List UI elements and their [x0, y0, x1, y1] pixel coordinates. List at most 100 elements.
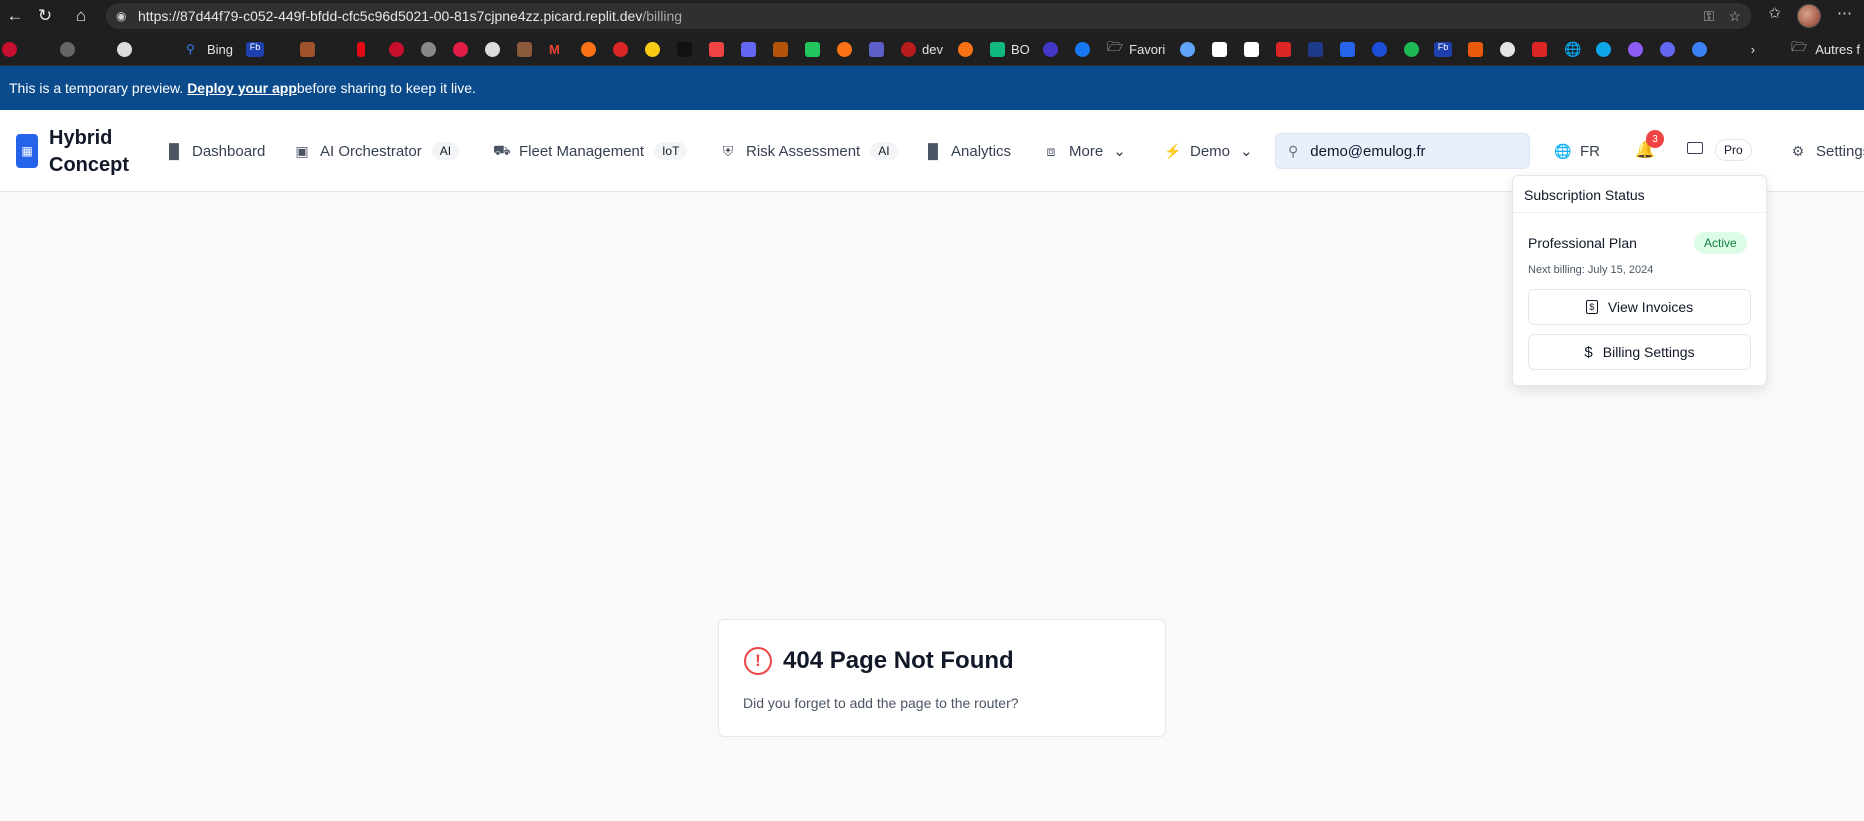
bookmark-19[interactable] [1308, 40, 1323, 58]
dollar-icon: $ [1584, 343, 1593, 361]
nav-settings[interactable]: ⚙ Settings [1790, 140, 1864, 162]
bookmark-6[interactable] [517, 40, 532, 58]
search-icon: ⚲ [1288, 142, 1299, 159]
site-icon [1372, 41, 1387, 57]
bookmark-9[interactable] [645, 40, 660, 58]
language-switcher[interactable]: 🌐 FR [1554, 140, 1600, 162]
shield-icon: ⛨ [722, 142, 734, 159]
bookmark-8[interactable] [613, 40, 628, 58]
bookmark-gmail[interactable]: M [549, 40, 564, 58]
github-icon [1500, 41, 1515, 57]
plan-badge[interactable]: Pro [1715, 139, 1752, 161]
site-icon [1692, 41, 1707, 57]
favorite-star-icon[interactable]: ☆ [1728, 8, 1741, 25]
image-icon [517, 41, 532, 57]
deploy-link[interactable]: Deploy your app [187, 80, 297, 96]
px-icon [805, 41, 820, 57]
bookmark-bing[interactable]: ⚲ Bing [186, 40, 233, 58]
bookmark-spotify[interactable] [1404, 40, 1419, 58]
chevron-right-icon[interactable]: › [1751, 42, 1755, 57]
site-icon [645, 41, 660, 57]
invoice-icon: $ [1585, 300, 1598, 314]
site-icon [1180, 41, 1195, 57]
bookmark-youtube[interactable] [453, 40, 468, 58]
bookmark-huawei[interactable] [2, 40, 17, 58]
menu-dots-icon[interactable]: ⋯ [1837, 4, 1852, 28]
bookmark-tiktok[interactable] [677, 40, 692, 58]
key-icon[interactable]: ⚿ [1704, 8, 1715, 25]
gear-icon: ⚙ [1791, 142, 1805, 159]
nav-ai-orchestrator[interactable]: ▣ AI Orchestrator AI [294, 140, 460, 162]
folder-icon: 🗁 [1107, 39, 1124, 54]
bookmark-netflix[interactable] [357, 40, 365, 58]
huawei-icon [2, 41, 17, 57]
next-billing-date: Next billing: July 15, 2024 [1528, 264, 1654, 276]
view-invoices-button[interactable]: $ View Invoices [1528, 289, 1751, 325]
gmail-icon: M [549, 41, 560, 57]
bookmark-18[interactable] [1276, 40, 1291, 58]
bookmark-3[interactable] [300, 40, 315, 58]
status-badge: Active [1694, 232, 1747, 254]
bookmark-other-folder[interactable]: Autres f [1815, 42, 1860, 57]
bookmark-17[interactable] [1212, 40, 1227, 58]
bookmark-5[interactable] [485, 40, 500, 58]
nav-demo[interactable]: ⚡ Demo ⌄ [1164, 140, 1253, 162]
chevron-down-icon: ⌄ [1113, 143, 1126, 160]
search-input[interactable]: ⚲ demo@emulog.fr [1275, 133, 1530, 169]
teams-icon [869, 41, 884, 57]
bookmark-12[interactable] [773, 40, 788, 58]
bookmark-23[interactable] [1596, 40, 1611, 58]
bookmark-10[interactable] [709, 40, 724, 58]
bookmark-fb[interactable]: Fb [246, 40, 264, 58]
search-icon: ⚲ [186, 41, 195, 56]
site-icon [741, 41, 756, 57]
bookmark-25[interactable] [1660, 40, 1675, 58]
bookmark-24[interactable] [1628, 40, 1643, 58]
profile-avatar[interactable] [1797, 4, 1821, 28]
billing-settings-button[interactable]: $ Billing Settings [1528, 334, 1751, 370]
bookmark-20[interactable] [1340, 40, 1355, 58]
bookmark-globe[interactable]: 🌐 [1564, 40, 1581, 58]
bookmark-11[interactable] [741, 40, 756, 58]
bookmark-px[interactable] [805, 40, 820, 58]
bookmark-22[interactable] [1468, 40, 1483, 58]
bookmark-fb-2[interactable]: Fb [1434, 40, 1452, 58]
home-icon[interactable]: ⌂ [66, 0, 96, 32]
bookmark-teams[interactable] [869, 40, 884, 58]
bookmark-amazon[interactable] [1244, 40, 1259, 58]
bookmark-bo[interactable]: BO [990, 40, 1030, 58]
nav-more[interactable]: ⧈ More ⌄ [1043, 140, 1126, 162]
bookmark-2[interactable] [117, 40, 132, 58]
bookmark-13[interactable] [837, 40, 852, 58]
reload-icon[interactable]: ↻ [30, 0, 60, 32]
nav-analytics[interactable]: █ Analytics [925, 140, 1011, 162]
site-icon [421, 41, 436, 57]
chart-icon [1468, 41, 1483, 57]
app-logo[interactable]: Hybrid Concept [49, 125, 129, 179]
bookmark-26[interactable] [1692, 40, 1707, 58]
subscription-popover: Subscription Status Professional Plan Ac… [1512, 175, 1767, 386]
bookmark-huawei-2[interactable] [389, 40, 404, 58]
bookmark-folder-favori[interactable]: 🗁 Favori [1107, 39, 1165, 58]
bookmark-4[interactable] [421, 40, 436, 58]
bookmark-15[interactable] [1043, 40, 1058, 58]
bookmark-dev[interactable]: dev [901, 40, 943, 58]
favorites-icon[interactable]: ✩ [1768, 4, 1781, 28]
bookmark-pdf[interactable] [1532, 40, 1547, 58]
bookmark-1[interactable] [60, 40, 75, 58]
nav-risk-assessment[interactable]: ⛨ Risk Assessment AI [720, 140, 898, 162]
nav-dashboard[interactable]: █ Dashboard [166, 140, 265, 162]
back-icon[interactable]: ← [0, 0, 30, 32]
credit-card-icon[interactable] [1687, 142, 1703, 154]
nav-fleet-management[interactable]: ⛟ Fleet Management IoT [493, 140, 688, 162]
edge-icon [1596, 41, 1611, 57]
site-icon [837, 41, 852, 57]
address-bar[interactable]: ◉ https://87d44f79-c052-449f-bfdd-cfc5c9… [106, 3, 1751, 29]
bookmark-14[interactable] [958, 40, 973, 58]
bookmark-21[interactable] [1372, 40, 1387, 58]
site-info-icon[interactable]: ◉ [116, 9, 138, 23]
bookmark-github[interactable] [1500, 40, 1515, 58]
bookmark-facebook[interactable] [1075, 40, 1090, 58]
bookmark-7[interactable] [581, 40, 596, 58]
bookmark-16[interactable] [1180, 40, 1195, 58]
